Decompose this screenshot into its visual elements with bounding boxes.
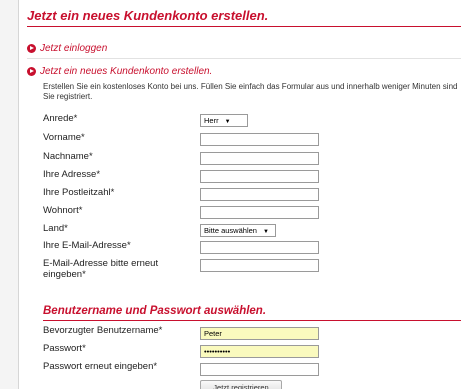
- password-label: Passwort*: [43, 343, 86, 354]
- page-title: Jetzt ein neues Kundenkonto erstellen.: [27, 8, 269, 23]
- dropdown-arrow-icon: ▼: [262, 229, 269, 235]
- email-repeat-input[interactable]: [200, 259, 319, 272]
- section-divider: [43, 320, 461, 321]
- registration-panel: Jetzt ein neues Kundenkonto erstellen. J…: [18, 0, 469, 389]
- password-input[interactable]: ••••••••••: [200, 345, 319, 358]
- email-repeat-label: E-Mail-Adresse bitte erneut eingeben*: [43, 258, 159, 280]
- arrow-bullet-icon: [27, 44, 36, 53]
- zip-label: Ihre Postleitzahl*: [43, 187, 115, 198]
- salutation-label: Anrede*: [43, 113, 78, 124]
- country-label: Land*: [43, 223, 68, 234]
- salutation-select[interactable]: Herr ▼: [200, 114, 248, 127]
- password-repeat-input[interactable]: [200, 363, 319, 376]
- divider: [27, 58, 461, 59]
- intro-text: Erstellen Sie ein kostenloses Konto bei …: [43, 82, 458, 101]
- zip-input[interactable]: [200, 188, 319, 201]
- account-section-title: Benutzername und Passwort auswählen.: [43, 305, 267, 317]
- title-divider: [27, 26, 461, 27]
- dropdown-arrow-icon: ▼: [224, 119, 231, 125]
- city-label: Wohnort*: [43, 205, 83, 216]
- email-label: Ihre E-Mail-Adresse*: [43, 240, 131, 251]
- firstname-label: Vorname*: [43, 132, 85, 143]
- login-link-row[interactable]: Jetzt einloggen: [27, 43, 107, 54]
- username-input[interactable]: Peter: [200, 327, 319, 340]
- lastname-label: Nachname*: [43, 151, 93, 162]
- register-button[interactable]: Jetzt registrieren: [200, 380, 282, 389]
- country-select[interactable]: Bitte auswählen ▼: [200, 224, 276, 237]
- salutation-value: Herr: [204, 116, 219, 125]
- login-link[interactable]: Jetzt einloggen: [40, 43, 107, 54]
- city-input[interactable]: [200, 206, 319, 219]
- firstname-input[interactable]: [200, 133, 319, 146]
- email-input[interactable]: [200, 241, 319, 254]
- username-label: Bevorzugter Benutzername*: [43, 325, 163, 336]
- address-label: Ihre Adresse*: [43, 169, 101, 180]
- address-input[interactable]: [200, 170, 319, 183]
- create-account-link-row[interactable]: Jetzt ein neues Kundenkonto erstellen.: [27, 66, 212, 77]
- arrow-bullet-icon: [27, 67, 36, 76]
- country-value: Bitte auswählen: [204, 226, 257, 235]
- create-account-link[interactable]: Jetzt ein neues Kundenkonto erstellen.: [40, 66, 212, 77]
- password-repeat-label: Passwort erneut eingeben*: [43, 361, 158, 372]
- lastname-input[interactable]: [200, 152, 319, 165]
